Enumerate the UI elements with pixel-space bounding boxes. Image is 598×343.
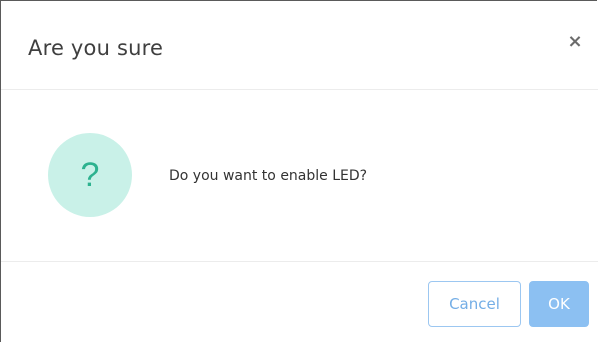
question-icon: ?: [48, 133, 132, 217]
dialog-body: ? Do you want to enable LED?: [1, 90, 598, 262]
ok-button[interactable]: OK: [529, 281, 589, 327]
dialog-title: Are you sure: [28, 36, 164, 60]
cancel-button[interactable]: Cancel: [428, 281, 521, 327]
dialog-message: Do you want to enable LED?: [169, 168, 368, 184]
dialog-footer: Cancel OK: [1, 262, 598, 343]
dialog-header: Are you sure ×: [1, 1, 598, 90]
close-icon[interactable]: ×: [564, 31, 586, 53]
confirm-dialog: Are you sure × ? Do you want to enable L…: [0, 0, 598, 343]
